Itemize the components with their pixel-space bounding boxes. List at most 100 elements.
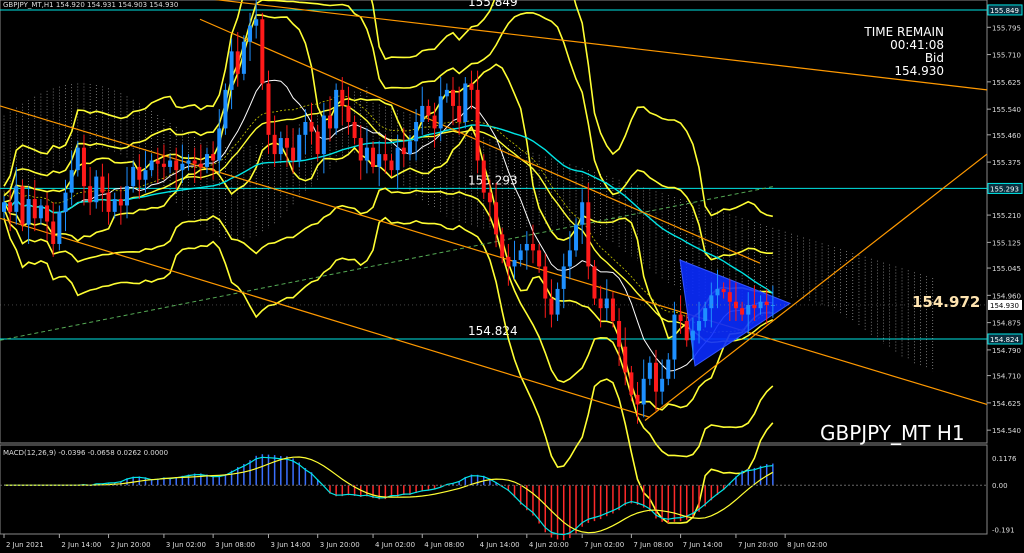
- candle-body: [241, 41, 246, 74]
- candle-body: [690, 330, 695, 341]
- macd-tick-label: 0.1176: [992, 455, 1017, 463]
- time-tick-label: 4 Jun 08:00: [424, 541, 464, 549]
- candle-body: [383, 154, 388, 161]
- candle-body: [567, 250, 572, 267]
- candle-body: [629, 372, 634, 395]
- candle-body: [223, 89, 228, 129]
- candle-body: [327, 115, 332, 129]
- candle-body: [684, 321, 689, 341]
- price-tick-label: 154.790: [992, 347, 1021, 355]
- candle-body: [192, 160, 197, 164]
- hline-label: 154.824: [468, 324, 518, 338]
- candle-body: [752, 304, 757, 309]
- candle-body: [186, 160, 191, 164]
- candle-body: [487, 192, 492, 203]
- time-tick-label: 7 Jun 20:00: [738, 541, 778, 549]
- candle-body: [211, 154, 216, 161]
- candle-body: [549, 298, 554, 315]
- candle-body: [678, 314, 683, 322]
- price-tick-label: 155.540: [992, 106, 1021, 114]
- candle-body: [118, 199, 123, 206]
- candle-body: [112, 199, 117, 212]
- hline-tag-label: 154.824: [990, 336, 1019, 344]
- price-tick-label: 155.710: [992, 52, 1021, 60]
- candle-body: [740, 308, 745, 315]
- candle-body: [32, 199, 37, 219]
- price-tick-label: 155.125: [992, 239, 1021, 247]
- candle-body: [174, 160, 179, 171]
- candle-body: [610, 298, 615, 322]
- candle-body: [414, 121, 419, 142]
- candle-body: [494, 202, 499, 235]
- candle-body: [660, 378, 665, 392]
- candle-body: [291, 147, 296, 161]
- candle-body: [315, 131, 320, 155]
- candle-body: [137, 166, 142, 180]
- candle-body: [500, 234, 505, 257]
- time-tick-label: 3 Jun 08:00: [215, 541, 255, 549]
- candle-body: [254, 19, 259, 26]
- candle-body: [672, 314, 677, 360]
- price-tick-label: 154.960: [992, 292, 1021, 300]
- time-tick-label: 4 Jun 20:00: [529, 541, 569, 549]
- candle-body: [143, 170, 148, 180]
- candle-body: [217, 128, 222, 161]
- hline-tag-label: 155.849: [990, 7, 1019, 15]
- time-tick-label: 4 Jun 02:00: [375, 541, 415, 549]
- candle-body: [88, 186, 93, 203]
- candle-body: [334, 89, 339, 129]
- candle-body: [266, 83, 271, 135]
- candle-body: [451, 89, 456, 106]
- bid-value: 154.930: [894, 64, 944, 78]
- candle-body: [364, 147, 369, 161]
- candle-body: [764, 301, 769, 305]
- candle-body: [592, 266, 597, 299]
- macd-tick-label: 0.00: [992, 482, 1008, 490]
- candle-body: [574, 224, 579, 251]
- macd-label: MACD(12,26,9) -0.0396 -0.0658 0.0262 0.0…: [3, 449, 169, 457]
- candle-body: [518, 250, 523, 261]
- hline-tag-label: 155.293: [990, 185, 1019, 193]
- candle-body: [715, 288, 720, 296]
- candle-body: [407, 141, 412, 155]
- candle-body: [106, 192, 111, 212]
- candle-body: [371, 147, 376, 167]
- candle-body: [38, 205, 43, 219]
- price-tick-label: 155.375: [992, 159, 1021, 167]
- candle-body: [709, 295, 714, 309]
- time-tick-label: 3 Jun 02:00: [166, 541, 206, 549]
- candle-body: [463, 83, 468, 122]
- price-tick-label: 154.625: [992, 400, 1021, 408]
- bid-tag-label: 154.930: [990, 302, 1019, 310]
- candle-body: [198, 163, 203, 167]
- candle-body: [617, 321, 622, 347]
- candle-body: [746, 304, 751, 315]
- time-tick-label: 3 Jun 20:00: [320, 541, 360, 549]
- candle-body: [401, 147, 406, 155]
- candle-body: [303, 121, 308, 135]
- time-tick-label: 7 Jun 02:00: [584, 541, 624, 549]
- candle-body: [180, 163, 185, 171]
- candle-body: [8, 202, 13, 212]
- candle-body: [45, 205, 50, 222]
- candle-body: [481, 160, 486, 193]
- candle-body: [420, 105, 425, 122]
- candle-body: [100, 176, 105, 193]
- time-tick-label: 3 Jun 14:00: [270, 541, 310, 549]
- candle-body: [51, 221, 56, 244]
- symbol-header: GBPJPY_MT,H1 154.920 154.931 154.903 154…: [3, 1, 179, 9]
- price-tick-label: 154.540: [992, 427, 1021, 435]
- price-tick-label: 154.710: [992, 373, 1021, 381]
- chart-canvas: 155.795 155.710 155.625 155.540 155.460 155.3…: [0, 0, 1023, 549]
- candle-body: [395, 147, 400, 171]
- price-tick-label: 155.210: [992, 212, 1021, 220]
- candle-body: [697, 321, 702, 331]
- candle-body: [623, 346, 628, 373]
- candle-body: [278, 138, 283, 155]
- candle-body: [647, 362, 652, 379]
- candle-body: [26, 199, 31, 225]
- price-tick-label: 155.460: [992, 132, 1021, 140]
- candle-body: [727, 292, 732, 302]
- candle-body: [469, 83, 474, 90]
- candle-body: [346, 105, 351, 122]
